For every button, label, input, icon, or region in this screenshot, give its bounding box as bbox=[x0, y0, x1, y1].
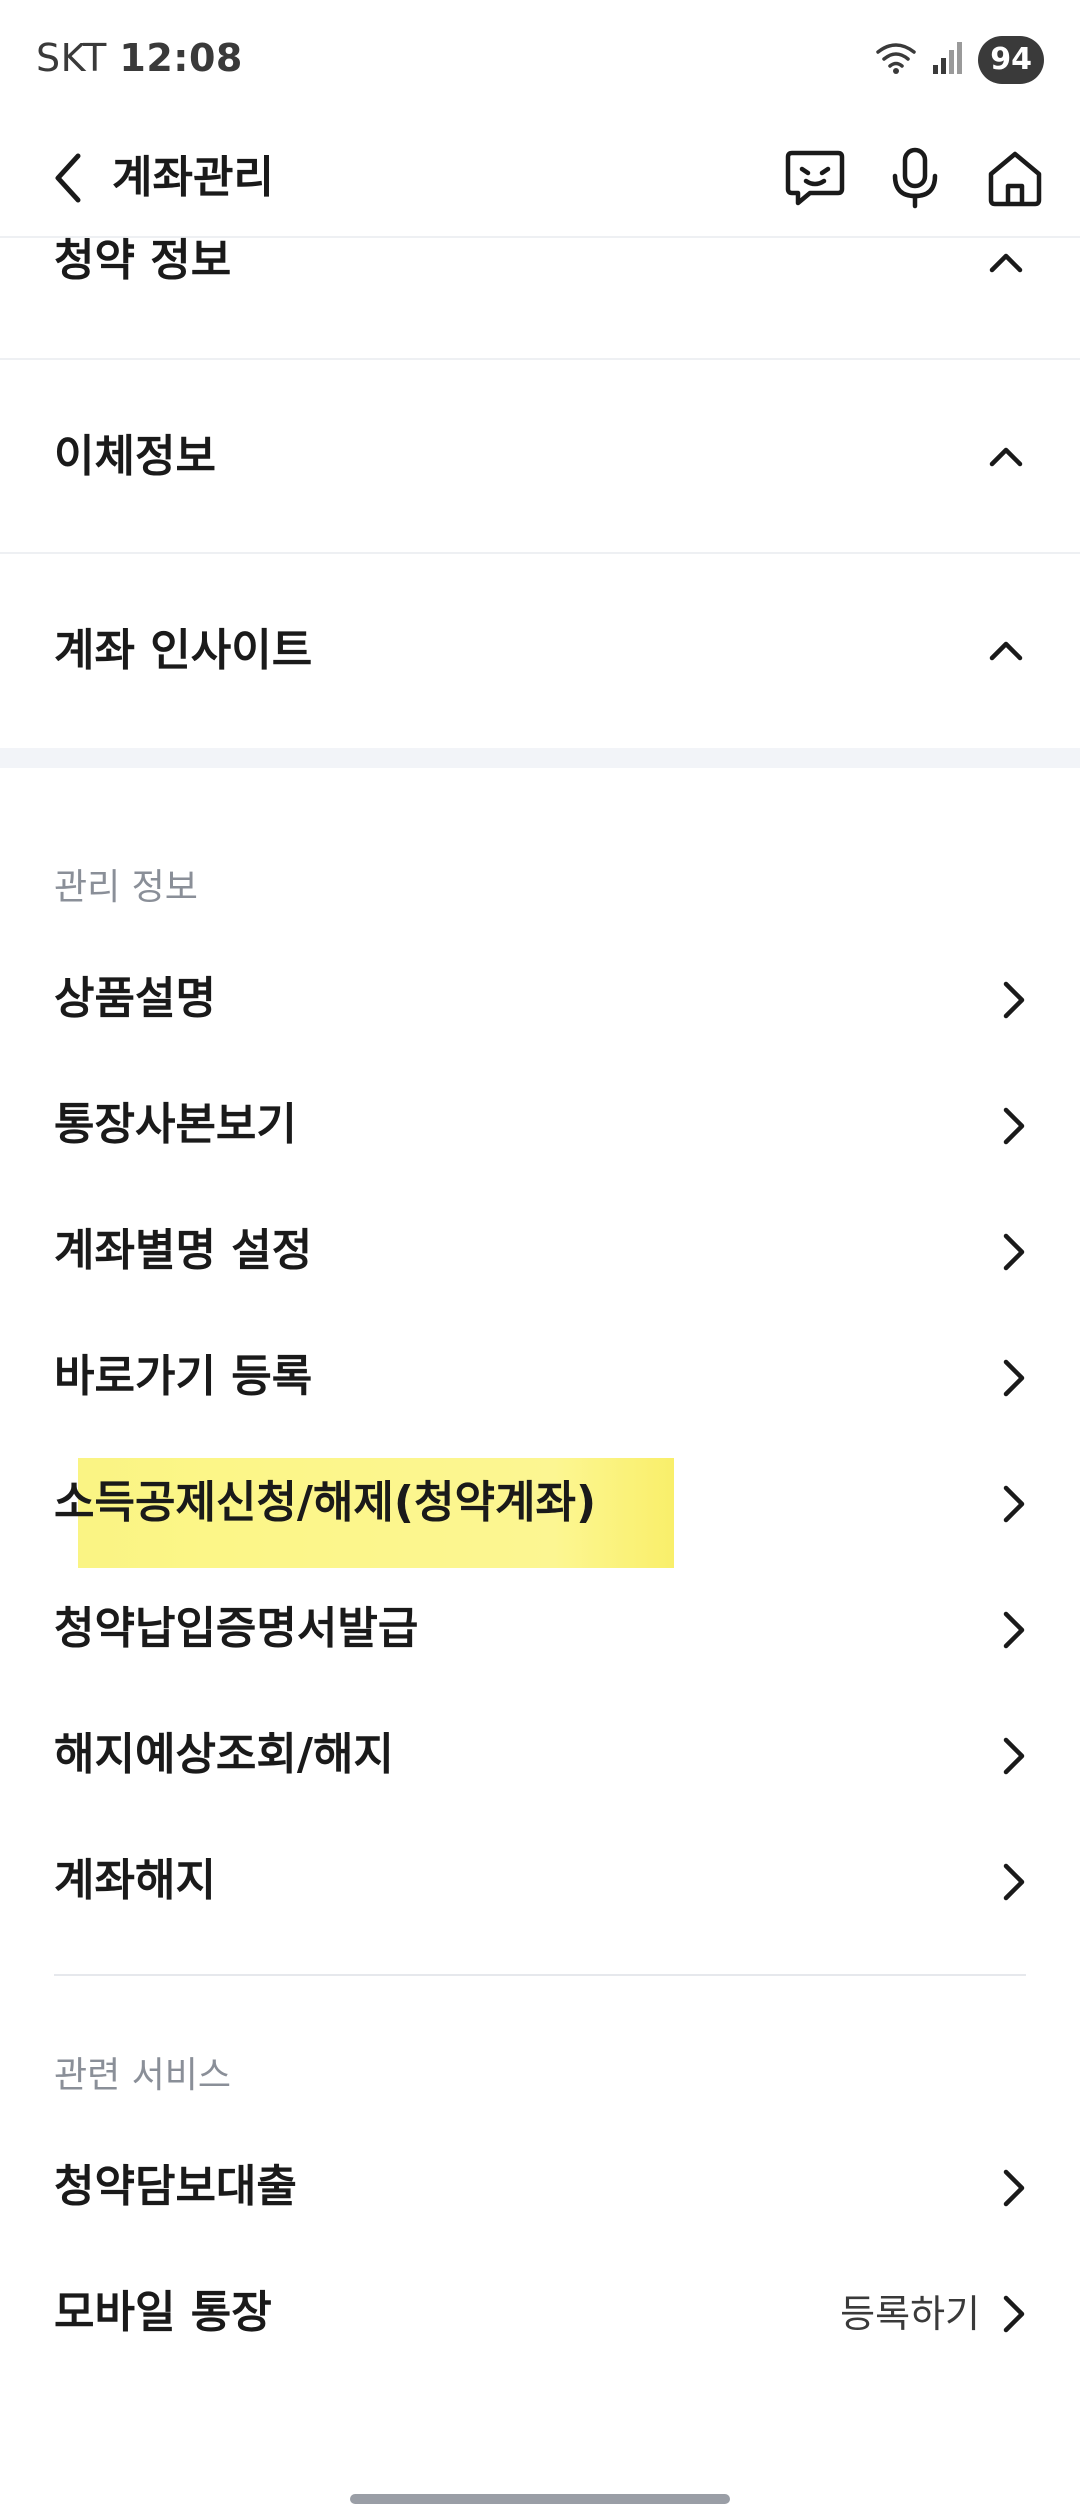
chatbot-icon bbox=[785, 150, 845, 206]
menu-item-mobile-passbook[interactable]: 모바일 통장 등록하기 bbox=[0, 2250, 1080, 2376]
menu-item-product-description[interactable]: 상품설명 bbox=[0, 936, 1080, 1062]
menu-item-label: 모바일 통장 bbox=[54, 2287, 272, 2338]
accordion-label: 계좌 인사이트 bbox=[54, 625, 313, 676]
chevron-right-icon bbox=[994, 978, 1034, 1022]
chevron-right-icon bbox=[994, 1356, 1034, 1400]
accordion-label: 이체정보 bbox=[54, 431, 216, 482]
menu-item-termination-estimate[interactable]: 해지예상조회/해지 bbox=[0, 1692, 1080, 1818]
microphone-icon bbox=[892, 147, 938, 209]
section-title-management: 관리 정보 bbox=[54, 867, 198, 908]
menu-item-payment-certificate[interactable]: 청약납입증명서발급 bbox=[0, 1566, 1080, 1692]
menu-item-account-termination[interactable]: 계좌해지 bbox=[0, 1818, 1080, 1944]
menu-item-label: 상품설명 bbox=[54, 973, 216, 1024]
home-icon bbox=[988, 151, 1042, 207]
menu-item-label: 통장사본보기 bbox=[54, 1099, 297, 1150]
app-header: 계좌관리 bbox=[0, 120, 1080, 238]
register-link[interactable]: 등록하기 bbox=[840, 2288, 980, 2340]
menu-item-label: 계좌해지 bbox=[54, 1855, 216, 1906]
chevron-right-icon bbox=[994, 1482, 1034, 1526]
chevron-right-icon bbox=[994, 2166, 1034, 2210]
section-separator bbox=[0, 748, 1080, 768]
status-bar: SKT 12:08 94 bbox=[0, 0, 1080, 120]
carrier-name: SKT bbox=[36, 36, 107, 80]
menu-item-account-nickname[interactable]: 계좌별명 설정 bbox=[0, 1188, 1080, 1314]
menu-item-label: 청약담보대출 bbox=[54, 2161, 297, 2212]
section-divider bbox=[54, 1974, 1026, 1976]
accordion-label: 청약 정보 bbox=[54, 235, 232, 286]
chevron-up-icon bbox=[986, 630, 1026, 670]
menu-item-label: 바로가기 등록 bbox=[54, 1351, 313, 1402]
accordion-account-insight[interactable]: 계좌 인사이트 bbox=[0, 554, 1080, 748]
wifi-icon bbox=[874, 40, 918, 80]
battery-badge: 94 bbox=[978, 36, 1044, 84]
chevron-up-icon bbox=[986, 436, 1026, 476]
menu-item-label: 계좌별명 설정 bbox=[54, 1225, 313, 1276]
back-arrow-icon bbox=[55, 153, 81, 203]
section-title-related: 관련 서비스 bbox=[54, 2055, 232, 2096]
accordion-subscription-info[interactable]: 청약 정보 bbox=[0, 238, 1080, 360]
chevron-right-icon bbox=[994, 1860, 1034, 1904]
chevron-right-icon bbox=[994, 1104, 1034, 1148]
chevron-up-icon bbox=[986, 242, 1026, 282]
back-button[interactable] bbox=[40, 144, 96, 212]
chevron-right-icon bbox=[994, 1734, 1034, 1778]
menu-item-shortcut-register[interactable]: 바로가기 등록 bbox=[0, 1314, 1080, 1440]
chevron-right-icon bbox=[994, 1608, 1034, 1652]
menu-item-passbook-copy[interactable]: 통장사본보기 bbox=[0, 1062, 1080, 1188]
chevron-right-icon bbox=[994, 2292, 1034, 2336]
page-title: 계좌관리 bbox=[112, 152, 274, 203]
menu-item-subscription-loan[interactable]: 청약담보대출 bbox=[0, 2124, 1080, 2250]
status-indicators: 94 bbox=[874, 36, 1044, 84]
menu-item-label: 소득공제신청/해제(청약계좌) bbox=[54, 1477, 597, 1528]
menu-item-label: 해지예상조회/해지 bbox=[54, 1729, 394, 1780]
home-indicator-bar[interactable] bbox=[350, 2494, 730, 2504]
signal-icon bbox=[932, 41, 964, 79]
menu-item-label: 청약납입증명서발급 bbox=[54, 1603, 419, 1654]
accordion-transfer-info[interactable]: 이체정보 bbox=[0, 360, 1080, 554]
menu-item-income-deduction[interactable]: 소득공제신청/해제(청약계좌) bbox=[0, 1440, 1080, 1568]
home-button[interactable] bbox=[980, 140, 1050, 216]
status-time: 12:08 bbox=[119, 36, 243, 80]
chevron-right-icon bbox=[994, 1230, 1034, 1274]
chatbot-button[interactable] bbox=[780, 140, 850, 216]
header-actions bbox=[780, 140, 1050, 216]
voice-button[interactable] bbox=[880, 140, 950, 216]
status-carrier: SKT 12:08 bbox=[36, 36, 243, 80]
